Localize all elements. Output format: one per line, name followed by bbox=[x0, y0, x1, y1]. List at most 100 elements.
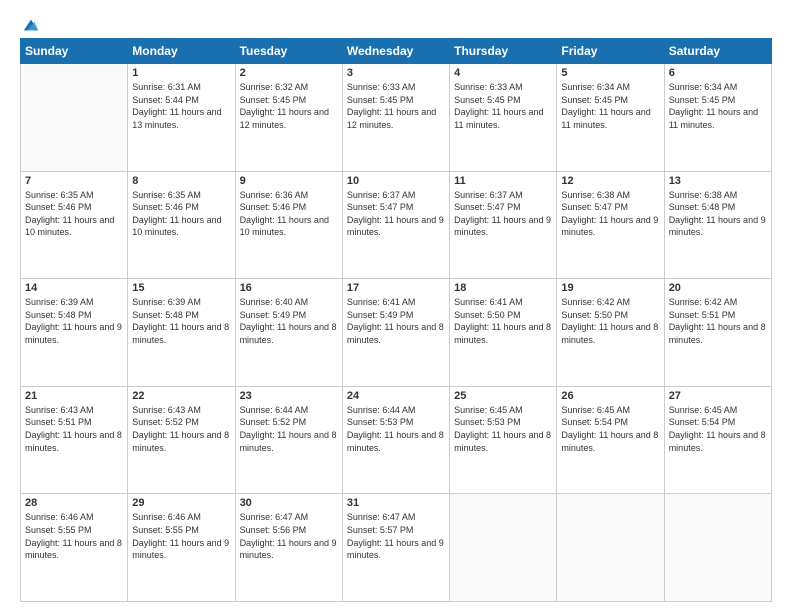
calendar-cell: 10 Sunrise: 6:37 AM Sunset: 5:47 PM Dayl… bbox=[342, 171, 449, 279]
calendar-cell: 11 Sunrise: 6:37 AM Sunset: 5:47 PM Dayl… bbox=[450, 171, 557, 279]
day-number: 3 bbox=[347, 67, 445, 79]
day-number: 18 bbox=[454, 282, 552, 294]
day-number: 28 bbox=[25, 497, 123, 509]
calendar-cell: 26 Sunrise: 6:45 AM Sunset: 5:54 PM Dayl… bbox=[557, 386, 664, 494]
cell-info: Sunrise: 6:37 AM Sunset: 5:47 PM Dayligh… bbox=[347, 189, 445, 239]
cell-info: Sunrise: 6:44 AM Sunset: 5:52 PM Dayligh… bbox=[240, 404, 338, 454]
cell-info: Sunrise: 6:39 AM Sunset: 5:48 PM Dayligh… bbox=[25, 296, 123, 346]
day-number: 23 bbox=[240, 390, 338, 402]
day-number: 17 bbox=[347, 282, 445, 294]
day-number: 20 bbox=[669, 282, 767, 294]
calendar-cell: 25 Sunrise: 6:45 AM Sunset: 5:53 PM Dayl… bbox=[450, 386, 557, 494]
calendar-cell bbox=[557, 494, 664, 602]
cell-info: Sunrise: 6:43 AM Sunset: 5:51 PM Dayligh… bbox=[25, 404, 123, 454]
day-number: 1 bbox=[132, 67, 230, 79]
cell-info: Sunrise: 6:46 AM Sunset: 5:55 PM Dayligh… bbox=[25, 511, 123, 561]
cell-info: Sunrise: 6:31 AM Sunset: 5:44 PM Dayligh… bbox=[132, 81, 230, 131]
day-number: 10 bbox=[347, 175, 445, 187]
cell-info: Sunrise: 6:44 AM Sunset: 5:53 PM Dayligh… bbox=[347, 404, 445, 454]
cell-info: Sunrise: 6:35 AM Sunset: 5:46 PM Dayligh… bbox=[25, 189, 123, 239]
calendar-cell: 20 Sunrise: 6:42 AM Sunset: 5:51 PM Dayl… bbox=[664, 279, 771, 387]
day-number: 31 bbox=[347, 497, 445, 509]
calendar-cell: 14 Sunrise: 6:39 AM Sunset: 5:48 PM Dayl… bbox=[21, 279, 128, 387]
calendar-week-row: 7 Sunrise: 6:35 AM Sunset: 5:46 PM Dayli… bbox=[21, 171, 772, 279]
calendar-cell: 7 Sunrise: 6:35 AM Sunset: 5:46 PM Dayli… bbox=[21, 171, 128, 279]
day-number: 25 bbox=[454, 390, 552, 402]
calendar-cell: 18 Sunrise: 6:41 AM Sunset: 5:50 PM Dayl… bbox=[450, 279, 557, 387]
calendar-cell: 13 Sunrise: 6:38 AM Sunset: 5:48 PM Dayl… bbox=[664, 171, 771, 279]
day-number: 12 bbox=[561, 175, 659, 187]
calendar-cell: 4 Sunrise: 6:33 AM Sunset: 5:45 PM Dayli… bbox=[450, 64, 557, 172]
logo-icon bbox=[22, 16, 40, 34]
day-number: 14 bbox=[25, 282, 123, 294]
calendar-cell: 8 Sunrise: 6:35 AM Sunset: 5:46 PM Dayli… bbox=[128, 171, 235, 279]
day-number: 7 bbox=[25, 175, 123, 187]
calendar-week-row: 28 Sunrise: 6:46 AM Sunset: 5:55 PM Dayl… bbox=[21, 494, 772, 602]
cell-info: Sunrise: 6:36 AM Sunset: 5:46 PM Dayligh… bbox=[240, 189, 338, 239]
calendar-cell: 22 Sunrise: 6:43 AM Sunset: 5:52 PM Dayl… bbox=[128, 386, 235, 494]
day-number: 27 bbox=[669, 390, 767, 402]
day-number: 19 bbox=[561, 282, 659, 294]
cell-info: Sunrise: 6:41 AM Sunset: 5:50 PM Dayligh… bbox=[454, 296, 552, 346]
cell-info: Sunrise: 6:45 AM Sunset: 5:53 PM Dayligh… bbox=[454, 404, 552, 454]
cell-info: Sunrise: 6:32 AM Sunset: 5:45 PM Dayligh… bbox=[240, 81, 338, 131]
calendar-cell: 30 Sunrise: 6:47 AM Sunset: 5:56 PM Dayl… bbox=[235, 494, 342, 602]
day-number: 26 bbox=[561, 390, 659, 402]
calendar-cell bbox=[21, 64, 128, 172]
day-number: 5 bbox=[561, 67, 659, 79]
cell-info: Sunrise: 6:43 AM Sunset: 5:52 PM Dayligh… bbox=[132, 404, 230, 454]
calendar-header-row: SundayMondayTuesdayWednesdayThursdayFrid… bbox=[21, 39, 772, 64]
calendar-cell: 16 Sunrise: 6:40 AM Sunset: 5:49 PM Dayl… bbox=[235, 279, 342, 387]
logo bbox=[20, 16, 40, 30]
cell-info: Sunrise: 6:37 AM Sunset: 5:47 PM Dayligh… bbox=[454, 189, 552, 239]
cell-info: Sunrise: 6:40 AM Sunset: 5:49 PM Dayligh… bbox=[240, 296, 338, 346]
day-number: 21 bbox=[25, 390, 123, 402]
calendar-cell: 3 Sunrise: 6:33 AM Sunset: 5:45 PM Dayli… bbox=[342, 64, 449, 172]
cell-info: Sunrise: 6:34 AM Sunset: 5:45 PM Dayligh… bbox=[669, 81, 767, 131]
calendar-cell: 31 Sunrise: 6:47 AM Sunset: 5:57 PM Dayl… bbox=[342, 494, 449, 602]
day-number: 6 bbox=[669, 67, 767, 79]
day-number: 16 bbox=[240, 282, 338, 294]
cell-info: Sunrise: 6:41 AM Sunset: 5:49 PM Dayligh… bbox=[347, 296, 445, 346]
cell-info: Sunrise: 6:45 AM Sunset: 5:54 PM Dayligh… bbox=[561, 404, 659, 454]
calendar-cell: 19 Sunrise: 6:42 AM Sunset: 5:50 PM Dayl… bbox=[557, 279, 664, 387]
calendar-cell: 5 Sunrise: 6:34 AM Sunset: 5:45 PM Dayli… bbox=[557, 64, 664, 172]
day-number: 4 bbox=[454, 67, 552, 79]
calendar-cell: 17 Sunrise: 6:41 AM Sunset: 5:49 PM Dayl… bbox=[342, 279, 449, 387]
day-number: 9 bbox=[240, 175, 338, 187]
cell-info: Sunrise: 6:33 AM Sunset: 5:45 PM Dayligh… bbox=[454, 81, 552, 131]
day-number: 8 bbox=[132, 175, 230, 187]
calendar-day-header: Tuesday bbox=[235, 39, 342, 64]
calendar-week-row: 21 Sunrise: 6:43 AM Sunset: 5:51 PM Dayl… bbox=[21, 386, 772, 494]
calendar-cell: 27 Sunrise: 6:45 AM Sunset: 5:54 PM Dayl… bbox=[664, 386, 771, 494]
day-number: 24 bbox=[347, 390, 445, 402]
calendar-week-row: 1 Sunrise: 6:31 AM Sunset: 5:44 PM Dayli… bbox=[21, 64, 772, 172]
cell-info: Sunrise: 6:38 AM Sunset: 5:48 PM Dayligh… bbox=[669, 189, 767, 239]
cell-info: Sunrise: 6:39 AM Sunset: 5:48 PM Dayligh… bbox=[132, 296, 230, 346]
calendar-cell: 6 Sunrise: 6:34 AM Sunset: 5:45 PM Dayli… bbox=[664, 64, 771, 172]
calendar-cell: 24 Sunrise: 6:44 AM Sunset: 5:53 PM Dayl… bbox=[342, 386, 449, 494]
calendar-cell bbox=[664, 494, 771, 602]
calendar-cell: 15 Sunrise: 6:39 AM Sunset: 5:48 PM Dayl… bbox=[128, 279, 235, 387]
calendar-week-row: 14 Sunrise: 6:39 AM Sunset: 5:48 PM Dayl… bbox=[21, 279, 772, 387]
calendar-day-header: Friday bbox=[557, 39, 664, 64]
day-number: 22 bbox=[132, 390, 230, 402]
cell-info: Sunrise: 6:38 AM Sunset: 5:47 PM Dayligh… bbox=[561, 189, 659, 239]
calendar-cell: 29 Sunrise: 6:46 AM Sunset: 5:55 PM Dayl… bbox=[128, 494, 235, 602]
cell-info: Sunrise: 6:46 AM Sunset: 5:55 PM Dayligh… bbox=[132, 511, 230, 561]
day-number: 15 bbox=[132, 282, 230, 294]
calendar-day-header: Sunday bbox=[21, 39, 128, 64]
cell-info: Sunrise: 6:42 AM Sunset: 5:50 PM Dayligh… bbox=[561, 296, 659, 346]
calendar-day-header: Thursday bbox=[450, 39, 557, 64]
day-number: 29 bbox=[132, 497, 230, 509]
cell-info: Sunrise: 6:33 AM Sunset: 5:45 PM Dayligh… bbox=[347, 81, 445, 131]
cell-info: Sunrise: 6:45 AM Sunset: 5:54 PM Dayligh… bbox=[669, 404, 767, 454]
cell-info: Sunrise: 6:47 AM Sunset: 5:56 PM Dayligh… bbox=[240, 511, 338, 561]
calendar-cell: 28 Sunrise: 6:46 AM Sunset: 5:55 PM Dayl… bbox=[21, 494, 128, 602]
day-number: 11 bbox=[454, 175, 552, 187]
calendar-table: SundayMondayTuesdayWednesdayThursdayFrid… bbox=[20, 38, 772, 602]
header bbox=[20, 16, 772, 30]
calendar-cell: 23 Sunrise: 6:44 AM Sunset: 5:52 PM Dayl… bbox=[235, 386, 342, 494]
cell-info: Sunrise: 6:47 AM Sunset: 5:57 PM Dayligh… bbox=[347, 511, 445, 561]
day-number: 30 bbox=[240, 497, 338, 509]
